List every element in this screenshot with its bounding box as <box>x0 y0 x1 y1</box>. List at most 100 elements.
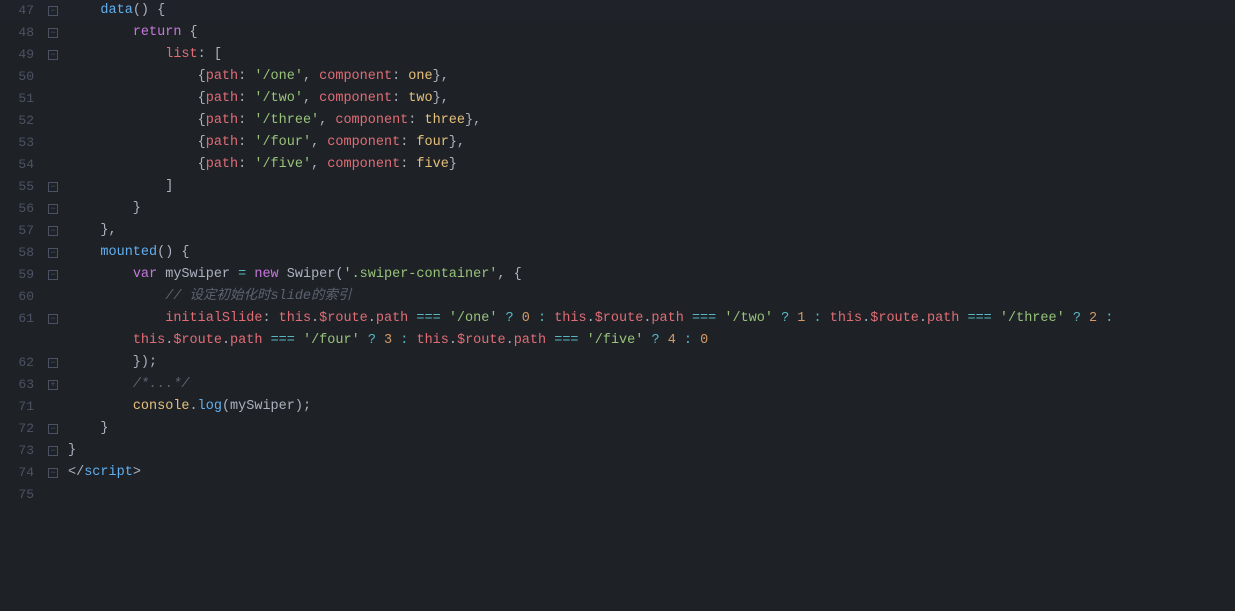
line-number: 75 <box>0 484 42 506</box>
fold-icon[interactable]: − <box>48 28 58 38</box>
fold-gutter[interactable]: − <box>42 418 64 440</box>
fold-gutter[interactable]: − <box>42 22 64 44</box>
code-content: {path: '/three', component: three}, <box>64 110 1235 132</box>
token: component <box>327 157 400 172</box>
fold-icon[interactable]: + <box>48 380 58 390</box>
token: }, <box>433 91 449 106</box>
token <box>68 157 198 172</box>
token: : <box>238 113 254 128</box>
token: component <box>335 113 408 128</box>
fold-gutter[interactable]: − <box>42 264 64 286</box>
fold-gutter[interactable]: − <box>42 220 64 242</box>
token: . <box>190 399 198 414</box>
fold-gutter[interactable]: − <box>42 308 64 330</box>
code-line: 54 {path: '/five', component: five} <box>0 154 1235 176</box>
token: > <box>133 465 141 480</box>
token: path <box>927 311 959 326</box>
code-line: 58− mounted() { <box>0 242 1235 264</box>
code-content: {path: '/five', component: five} <box>64 154 1235 176</box>
token: . <box>587 311 595 326</box>
code-content: }, <box>64 220 1235 242</box>
fold-gutter[interactable]: − <box>42 176 64 198</box>
line-number: 58 <box>0 242 42 264</box>
code-content: }); <box>64 352 1235 374</box>
code-content: console.log(mySwiper); <box>64 396 1235 418</box>
fold-icon[interactable]: − <box>48 248 58 258</box>
token: 2 <box>1089 311 1097 326</box>
code-content: return { <box>64 22 1235 44</box>
token: '/five' <box>254 157 311 172</box>
token: '/one' <box>449 311 498 326</box>
line-number: 55 <box>0 176 42 198</box>
fold-gutter[interactable]: − <box>42 352 64 374</box>
token: '/four' <box>303 333 360 348</box>
token: . <box>368 311 376 326</box>
fold-icon[interactable]: − <box>48 446 58 456</box>
code-content: {path: '/one', component: one}, <box>64 66 1235 88</box>
fold-gutter[interactable]: − <box>42 44 64 66</box>
code-line: 50 {path: '/one', component: one}, <box>0 66 1235 88</box>
line-number: 52 <box>0 110 42 132</box>
code-editor: 47− data() {48− return {49− list: [50 {p… <box>0 0 1235 611</box>
fold-gutter[interactable]: + <box>42 374 64 396</box>
token: }); <box>68 355 157 370</box>
fold-gutter[interactable]: − <box>42 440 64 462</box>
token <box>68 91 198 106</box>
code-content: list: [ <box>64 44 1235 66</box>
code-line: 63 + /*...*/ <box>0 374 1235 396</box>
fold-gutter[interactable]: − <box>42 0 64 22</box>
fold-icon[interactable]: − <box>48 226 58 236</box>
token <box>660 333 668 348</box>
fold-gutter[interactable]: − <box>42 242 64 264</box>
token: } <box>68 421 109 436</box>
line-number: 63 <box>0 374 42 396</box>
fold-icon[interactable]: − <box>48 358 58 368</box>
line-number: 54 <box>0 154 42 176</box>
token: path <box>514 333 546 348</box>
token: . <box>222 333 230 348</box>
fold-icon[interactable]: − <box>48 182 58 192</box>
token <box>68 267 133 282</box>
token: : <box>392 69 408 84</box>
fold-icon[interactable]: − <box>48 6 58 16</box>
line-number: 47 <box>0 0 42 22</box>
token: '/two' <box>724 311 773 326</box>
fold-icon[interactable]: − <box>48 314 58 324</box>
token: , { <box>497 267 521 282</box>
token: $route <box>870 311 919 326</box>
token <box>514 311 522 326</box>
fold-icon[interactable]: − <box>48 270 58 280</box>
fold-icon[interactable]: − <box>48 204 58 214</box>
token: , <box>303 69 319 84</box>
token: ? <box>1073 311 1081 326</box>
code-content <box>64 484 1235 506</box>
code-content: this.$route.path === '/four' ? 3 : this.… <box>64 330 1235 352</box>
token: ? <box>506 311 514 326</box>
code-content: {path: '/two', component: two}, <box>64 88 1235 110</box>
token: }, <box>449 135 465 150</box>
fold-icon[interactable]: − <box>48 468 58 478</box>
token: 3 <box>384 333 392 348</box>
token: console <box>133 399 190 414</box>
token <box>68 377 133 392</box>
token <box>68 311 165 326</box>
fold-icon[interactable]: − <box>48 424 58 434</box>
token: 0 <box>700 333 708 348</box>
token <box>676 333 684 348</box>
token: : <box>238 91 254 106</box>
token: Swiper( <box>279 267 344 282</box>
token: === <box>554 333 578 348</box>
token: path <box>376 311 408 326</box>
token: mySwiper <box>157 267 238 282</box>
fold-gutter[interactable]: − <box>42 462 64 484</box>
fold-icon[interactable]: − <box>48 50 58 60</box>
fold-gutter <box>42 154 64 176</box>
token: : <box>400 135 416 150</box>
code-line: 73−} <box>0 440 1235 462</box>
token: : <box>392 91 408 106</box>
fold-gutter[interactable]: − <box>42 198 64 220</box>
token: : <box>538 311 546 326</box>
code-content: /*...*/ <box>64 374 1235 396</box>
token: '/one' <box>254 69 303 84</box>
code-line: 49− list: [ <box>0 44 1235 66</box>
